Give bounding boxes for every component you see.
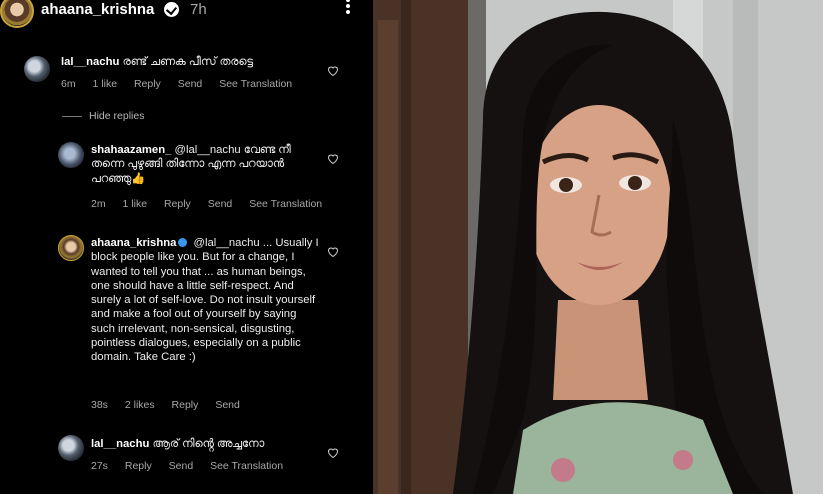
header-username[interactable]: ahaana_krishna: [41, 1, 154, 18]
hide-replies-button[interactable]: Hide replies: [89, 110, 144, 122]
comment-time: 38s: [91, 399, 108, 411]
comment-meta: 6m 1 like Reply Send See Translation: [61, 78, 306, 90]
comment-body: ആര് നിൻ്റെ അച്ചനോ: [152, 438, 265, 450]
comment-likes[interactable]: 1 like: [93, 78, 118, 90]
comment-text: lal__nachu ആര് നിൻ്റെ അച്ചനോ: [91, 437, 323, 451]
heart-icon[interactable]: [327, 65, 339, 76]
avatar[interactable]: [24, 56, 50, 82]
see-translation-button[interactable]: See Translation: [210, 460, 283, 472]
comment-likes[interactable]: 1 like: [123, 198, 148, 210]
comment-meta: 27s Reply Send See Translation: [91, 460, 297, 472]
avatar[interactable]: [58, 235, 84, 261]
heart-icon[interactable]: [327, 447, 339, 458]
reply-button[interactable]: Reply: [172, 399, 199, 411]
comment-username[interactable]: shahaazamen_: [91, 144, 171, 156]
header-time: 7h: [190, 1, 207, 18]
comment-likes[interactable]: 2 likes: [125, 399, 155, 411]
comment-time: 6m: [61, 78, 76, 90]
avatar[interactable]: [58, 435, 84, 461]
post-header: ahaana_krishna 7h: [0, 0, 373, 28]
reply-button[interactable]: Reply: [164, 198, 191, 210]
portrait-image: [373, 0, 823, 494]
see-translation-button[interactable]: See Translation: [249, 198, 322, 210]
header-avatar[interactable]: [0, 0, 34, 28]
comment-time: 2m: [91, 198, 106, 210]
comments-panel: ahaana_krishna 7h lal__nachu രണ്ട് ചണക പ…: [0, 0, 373, 494]
comment-time: 27s: [91, 460, 108, 472]
see-translation-button[interactable]: See Translation: [219, 78, 292, 90]
reply-button[interactable]: Reply: [134, 78, 161, 90]
verified-icon: [178, 238, 188, 247]
avatar[interactable]: [58, 142, 84, 168]
comment-body: രണ്ട് ചണക പീസ് തരട്ടെ: [122, 56, 254, 68]
comment-username[interactable]: lal__nachu: [91, 438, 149, 450]
heart-icon[interactable]: [327, 153, 339, 164]
comment-meta: 38s 2 likes Reply Send: [91, 399, 254, 411]
send-button[interactable]: Send: [215, 399, 240, 411]
profile-photo: [373, 0, 823, 494]
comment-text: shahaazamen_ @lal__nachu വേണ്ട നീ തന്നെ …: [91, 143, 323, 186]
reply-button[interactable]: Reply: [125, 460, 152, 472]
comment-body: @lal__nachu ... Usually I block people l…: [91, 237, 319, 364]
hide-replies-line: [62, 116, 82, 117]
send-button[interactable]: Send: [178, 78, 203, 90]
comment-text: ahaana_krishna @lal__nachu ... Usually I…: [91, 236, 323, 365]
comment-username[interactable]: lal__nachu: [61, 56, 119, 68]
more-dots-icon[interactable]: [343, 0, 353, 16]
send-button[interactable]: Send: [208, 198, 233, 210]
send-button[interactable]: Send: [169, 460, 194, 472]
comment-username[interactable]: ahaana_krishna: [91, 237, 176, 249]
comment-text: lal__nachu രണ്ട് ചണക പീസ് തരട്ടെ: [61, 55, 321, 69]
heart-icon[interactable]: [327, 246, 339, 257]
comment-meta: 2m 1 like Reply Send See Translation: [91, 198, 336, 210]
verified-icon: [164, 2, 179, 17]
